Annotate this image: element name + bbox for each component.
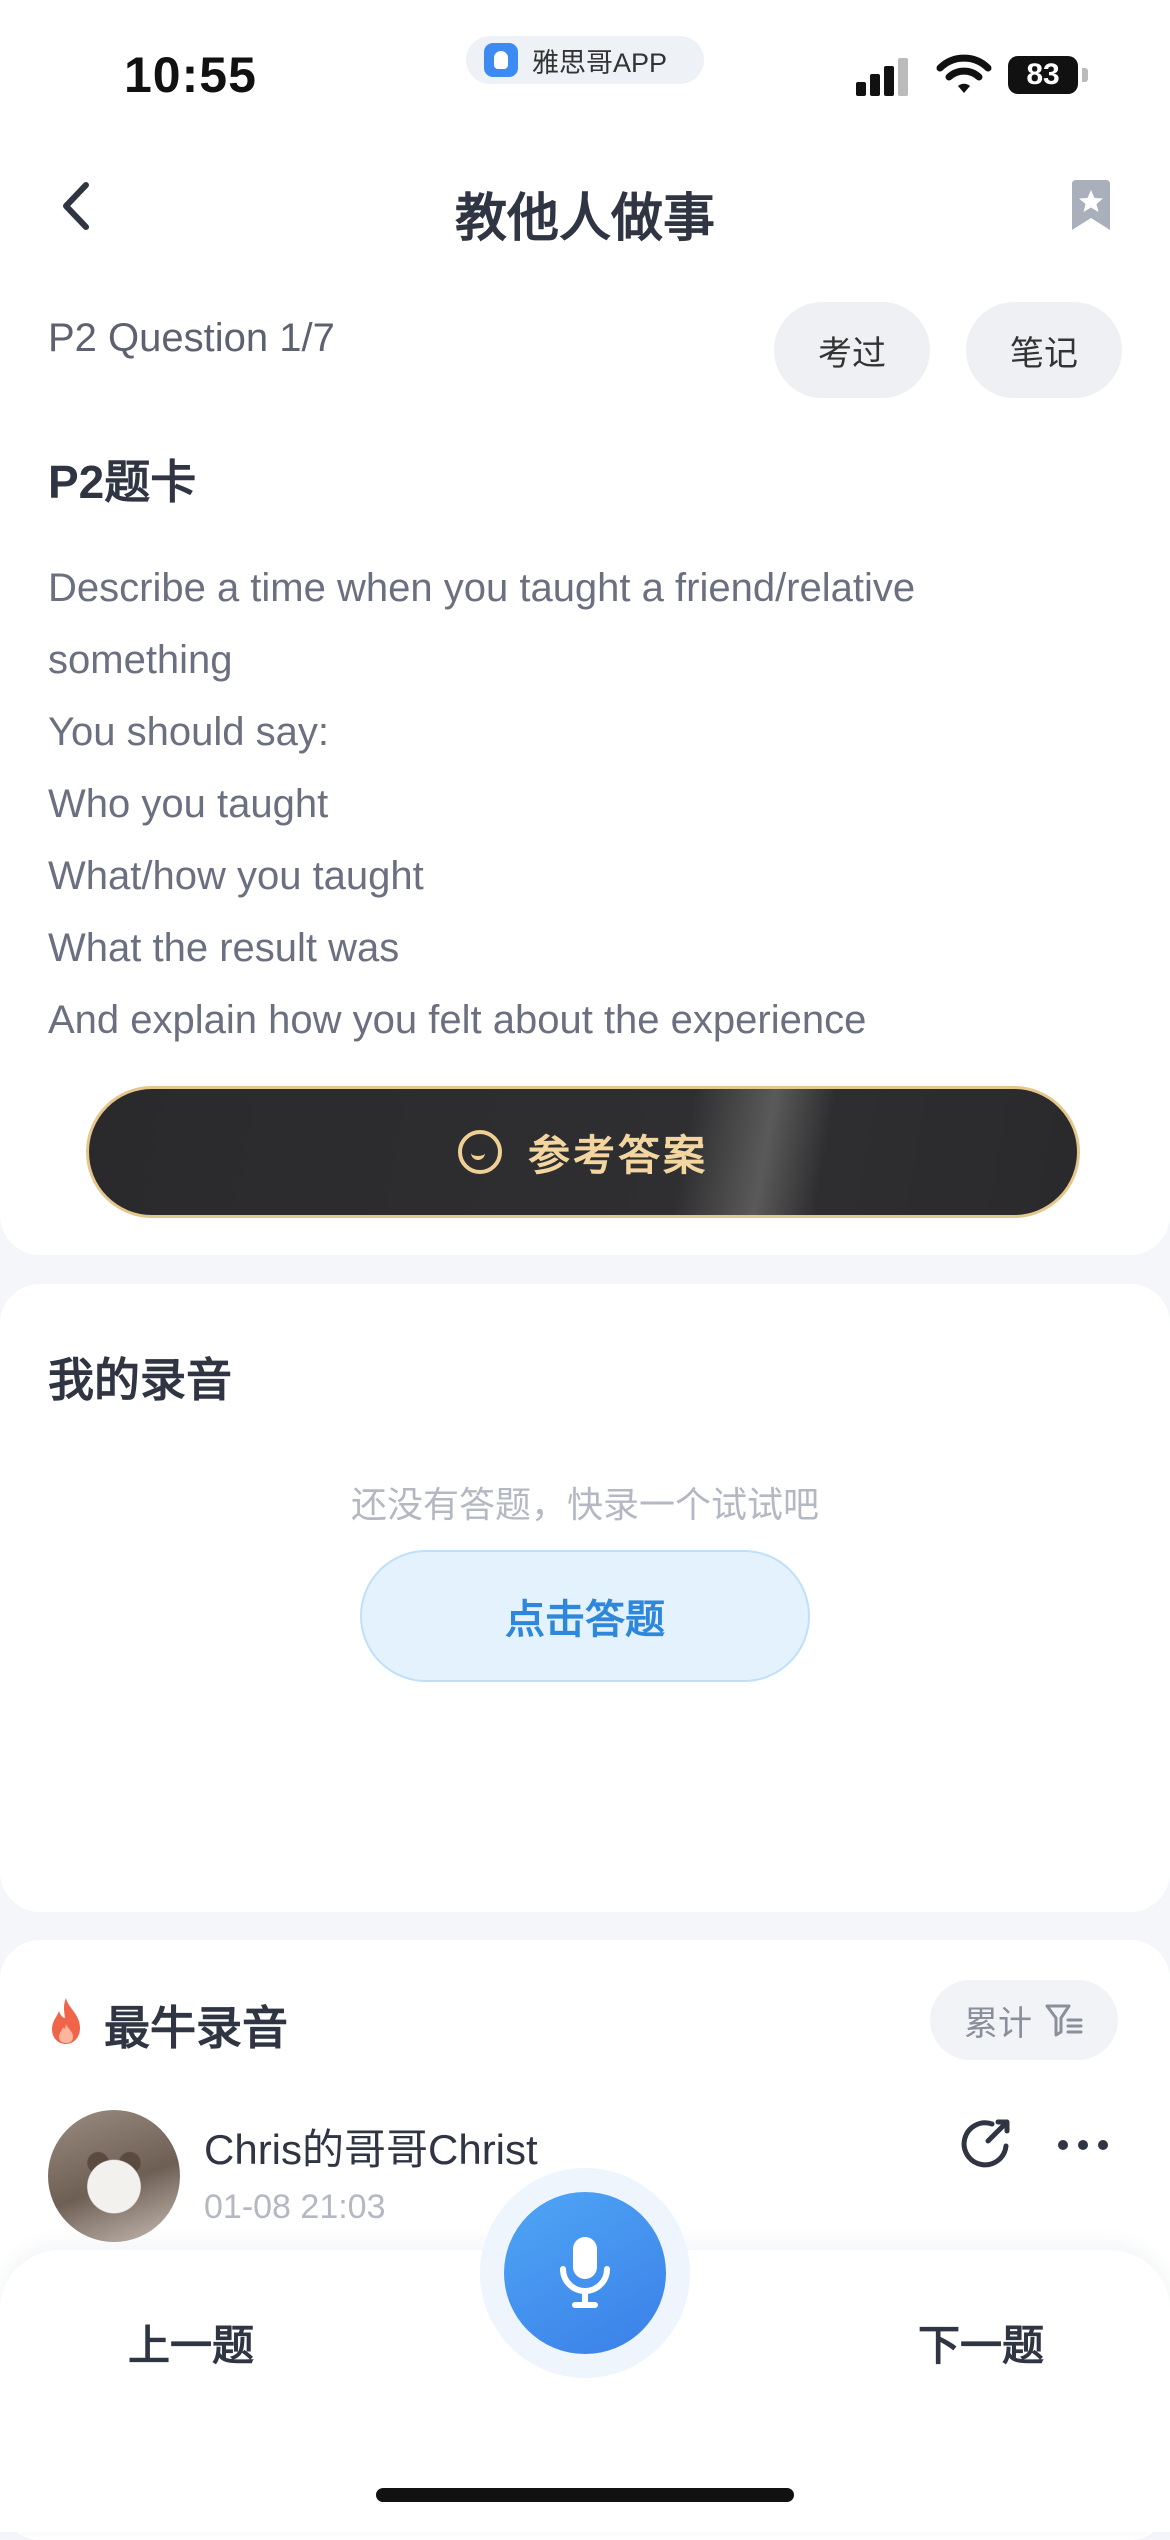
- share-icon[interactable]: [958, 2116, 1014, 2172]
- note-button[interactable]: 笔记: [966, 302, 1122, 398]
- prompt-line: Who you taught: [48, 782, 329, 826]
- my-recordings-title: 我的录音: [48, 1354, 232, 1406]
- status-time: 10:55: [124, 47, 257, 103]
- cue-card-title: P2题卡: [48, 456, 197, 508]
- fire-icon: [52, 1998, 80, 2044]
- start-answer-button[interactable]: 点击答题: [360, 1550, 810, 1682]
- reference-answer-label: 参考答案: [527, 1131, 708, 1179]
- previous-question-button[interactable]: 上一题: [128, 2312, 254, 2373]
- bookmark-icon[interactable]: [1068, 180, 1114, 232]
- prompt-line: What/how you taught: [48, 854, 424, 898]
- recording-date: 01-08 21:03: [204, 2188, 386, 2226]
- taken-button[interactable]: 考过: [774, 302, 930, 398]
- filter-icon: [1045, 2004, 1083, 2037]
- prompt-line: And explain how you felt about the exper…: [48, 998, 867, 1042]
- app-icon: [484, 43, 518, 77]
- best-recordings-title: 最牛录音: [104, 2002, 288, 2054]
- prompt-line: What the result was: [48, 926, 400, 970]
- battery-tip: [1082, 68, 1088, 82]
- next-question-button[interactable]: 下一题: [918, 2312, 1044, 2373]
- avatar[interactable]: [48, 2110, 180, 2242]
- question-progress: P2 Question 1/7: [48, 316, 335, 360]
- app-return-pill[interactable]: 雅思哥APP: [466, 36, 704, 84]
- filter-label: 累计: [964, 2004, 1032, 2043]
- prompt-line: You should say:: [48, 710, 329, 754]
- battery-level: 83: [1026, 58, 1060, 91]
- prompt-line: something: [48, 638, 233, 682]
- microphone-icon: [560, 2237, 610, 2308]
- my-recordings-card: 我的录音 还没有答题，快录一个试试吧 点击答题: [0, 1284, 1170, 1912]
- record-button[interactable]: [504, 2192, 666, 2354]
- empty-state-text: 还没有答题，快录一个试试吧: [350, 1484, 819, 1525]
- prompt-line: Describe a time when you taught a friend…: [48, 566, 916, 610]
- filter-button[interactable]: 累计: [930, 1980, 1118, 2060]
- battery-icon: 83: [1008, 56, 1078, 94]
- home-indicator: [376, 2488, 794, 2502]
- more-options-icon[interactable]: [1056, 2136, 1112, 2156]
- cue-card-prompt: Describe a time when you taught a friend…: [48, 552, 1108, 1056]
- recording-username[interactable]: Chris的哥哥Christ: [204, 2116, 538, 2177]
- reference-answer-button[interactable]: 参考答案: [86, 1086, 1080, 1218]
- cellular-signal-icon: [856, 56, 914, 96]
- app-name: 雅思哥APP: [532, 47, 668, 78]
- wifi-icon: [936, 54, 992, 93]
- page-title: 教他人做事: [454, 190, 715, 248]
- smile-icon: [457, 1130, 502, 1174]
